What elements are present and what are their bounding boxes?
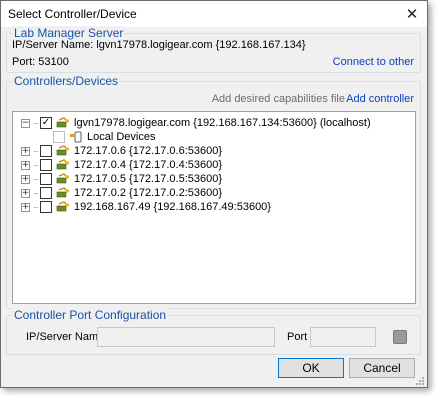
checkbox-controller[interactable] xyxy=(40,201,52,213)
tree-row-controller[interactable]: + 172.17.0.5 {172.17.0.5:53600} xyxy=(21,172,222,186)
controller-icon xyxy=(56,187,70,199)
tree-row-controller[interactable]: + 172.17.0.4 {172.17.0.4:53600} xyxy=(21,158,222,172)
controller-icon xyxy=(56,201,70,213)
local-device-icon xyxy=(69,131,83,143)
ip-server-input[interactable] xyxy=(97,327,275,347)
lab-manager-group: Lab Manager Server IP/Server Name: lgvn1… xyxy=(6,26,421,73)
controllers-legend: Controllers/Devices xyxy=(12,74,121,88)
add-capabilities-link[interactable]: Add desired capabilities file xyxy=(212,93,345,105)
resize-grip-icon[interactable] xyxy=(415,375,425,385)
ip-server-label: IP/Server Name xyxy=(26,331,105,343)
select-controller-dialog: Select Controller/Device ✕ Lab Manager S… xyxy=(0,0,428,388)
tree-label: 172.17.0.5 {172.17.0.5:53600} xyxy=(74,173,223,185)
cancel-button-label: Cancel xyxy=(363,361,401,375)
tree-label: 172.17.0.4 {172.17.0.4:53600} xyxy=(74,159,223,171)
controller-icon xyxy=(56,173,70,185)
close-icon: ✕ xyxy=(405,6,419,23)
expand-icon[interactable]: + xyxy=(21,174,30,184)
tree-row-controller[interactable]: + 172.17.0.2 {172.17.0.2:53600} xyxy=(21,186,222,200)
port-config-legend: Controller Port Configuration xyxy=(12,308,169,322)
tree-label: 172.17.0.6 {172.17.0.6:53600} xyxy=(74,145,223,157)
controller-icon xyxy=(56,159,70,171)
checkbox-controller[interactable] xyxy=(40,145,52,157)
checkbox-local-devices[interactable] xyxy=(53,131,65,143)
add-controller-link[interactable]: Add controller xyxy=(346,93,414,105)
connect-to-other-link[interactable]: Connect to other xyxy=(333,56,414,68)
lab-server-ip: IP/Server Name: lgvn17978.logigear.com {… xyxy=(12,39,306,51)
ok-button[interactable]: OK xyxy=(278,358,344,378)
port-config-group: Controller Port Configuration IP/Server … xyxy=(6,308,421,355)
collapse-icon[interactable]: − xyxy=(21,118,30,128)
tree-label: 172.17.0.2 {172.17.0.2:53600} xyxy=(74,187,223,199)
controller-icon xyxy=(56,145,70,157)
port-label: Port xyxy=(287,331,308,343)
tree-label: Local Devices xyxy=(87,131,156,143)
checkbox-controller[interactable] xyxy=(40,187,52,199)
tree-row-localhost[interactable]: − ✓ lgvn17978.logigear.com {192.168.167.… xyxy=(21,116,371,130)
checkbox-localhost[interactable]: ✓ xyxy=(40,117,52,129)
controller-tree[interactable]: − ✓ lgvn17978.logigear.com {192.168.167.… xyxy=(12,111,416,304)
tree-label: 192.168.167.49 {192.168.167.49:53600} xyxy=(74,201,271,213)
checkbox-controller[interactable] xyxy=(40,173,52,185)
expand-icon[interactable]: + xyxy=(21,160,30,170)
tree-label: lgvn17978.logigear.com {192.168.167.134:… xyxy=(74,117,371,129)
ok-button-label: OK xyxy=(302,361,320,375)
controllers-group: Controllers/Devices Add desired capabili… xyxy=(6,74,421,309)
save-port-icon[interactable] xyxy=(393,330,407,344)
dialog-title: Select Controller/Device xyxy=(8,7,137,21)
lab-server-port: Port: 53100 xyxy=(12,56,69,68)
cancel-button[interactable]: Cancel xyxy=(349,358,415,378)
expand-icon[interactable]: + xyxy=(21,202,30,212)
lab-manager-legend: Lab Manager Server xyxy=(12,26,126,40)
checkbox-controller[interactable] xyxy=(40,159,52,171)
title-bar: Select Controller/Device ✕ xyxy=(1,1,427,27)
controller-icon xyxy=(56,117,70,129)
port-input[interactable] xyxy=(310,327,376,347)
tree-row-local-devices[interactable]: Local Devices xyxy=(53,130,155,144)
expand-icon[interactable]: + xyxy=(21,146,30,156)
close-button[interactable]: ✕ xyxy=(397,1,427,27)
tree-row-controller[interactable]: + 172.17.0.6 {172.17.0.6:53600} xyxy=(21,144,222,158)
tree-row-controller[interactable]: + 192.168.167.49 {192.168.167.49:53600} xyxy=(21,200,271,214)
expand-icon[interactable]: + xyxy=(21,188,30,198)
